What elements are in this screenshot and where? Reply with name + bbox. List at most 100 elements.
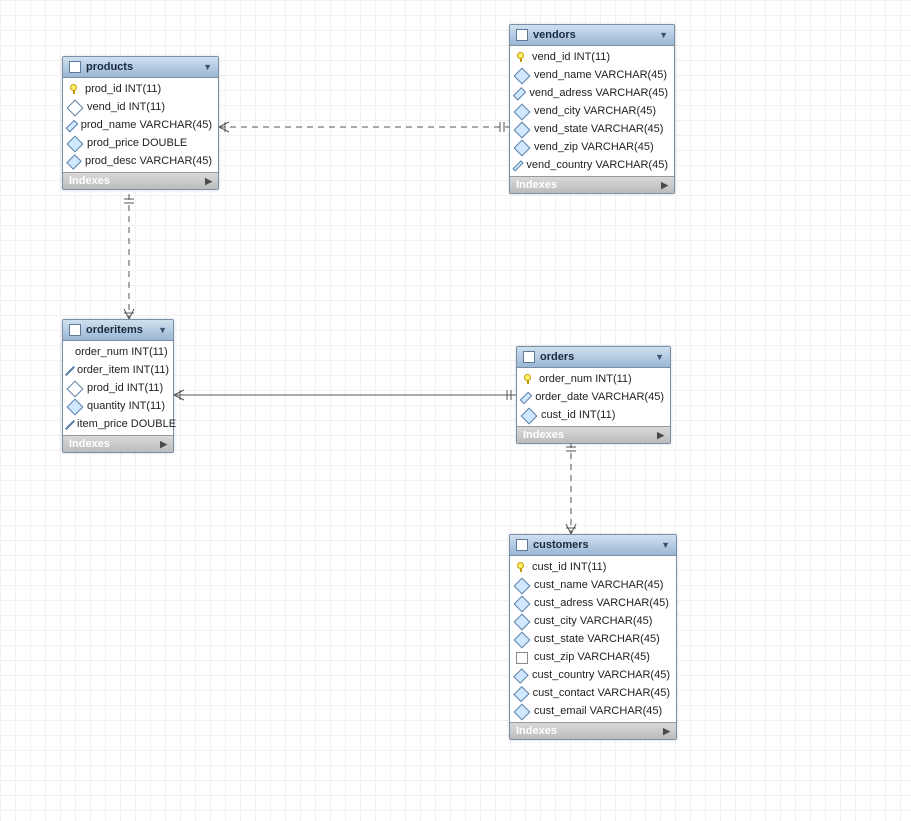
column-name: cust_id INT(11) <box>541 409 615 421</box>
column-icon <box>514 121 531 138</box>
table-title: customers <box>533 539 661 551</box>
columns-list: vend_id INT(11)vend_name VARCHAR(45)vend… <box>510 46 674 176</box>
column-row[interactable]: cust_email VARCHAR(45) <box>510 702 676 720</box>
column-row[interactable]: vend_name VARCHAR(45) <box>510 66 674 84</box>
column-row[interactable]: cust_state VARCHAR(45) <box>510 630 676 648</box>
foreign-key-icon <box>67 380 84 397</box>
column-name: quantity INT(11) <box>87 400 165 412</box>
column-name: cust_contact VARCHAR(45) <box>533 687 670 699</box>
table-header[interactable]: vendors ▼ <box>510 25 674 46</box>
column-icon <box>65 366 75 376</box>
column-row[interactable]: cust_name VARCHAR(45) <box>510 576 676 594</box>
chevron-right-icon: ▶ <box>663 726 670 737</box>
column-name: prod_desc VARCHAR(45) <box>85 155 212 167</box>
column-row[interactable]: prod_id INT(11) <box>63 80 218 98</box>
column-row[interactable]: cust_country VARCHAR(45) <box>510 666 676 684</box>
column-row[interactable]: vend_id INT(11) <box>63 98 218 116</box>
column-icon <box>66 119 79 132</box>
columns-list: cust_id INT(11) cust_name VARCHAR(45) cust… <box>510 556 676 722</box>
column-row[interactable]: cust_contact VARCHAR(45) <box>510 684 676 702</box>
primary-key-icon <box>516 52 526 62</box>
column-icon <box>520 391 533 404</box>
indexes-bar[interactable]: Indexes ▶ <box>510 722 676 739</box>
column-row[interactable]: prod_desc VARCHAR(45) <box>63 152 218 170</box>
column-row[interactable]: prod_price DOUBLE <box>63 134 218 152</box>
collapse-icon[interactable]: ▼ <box>661 540 670 550</box>
indexes-label: Indexes <box>516 179 557 191</box>
table-orderitems[interactable]: orderitems ▼ order_num INT(11) order_item… <box>62 319 174 453</box>
column-row[interactable]: vend_state VARCHAR(45) <box>510 120 674 138</box>
table-title: vendors <box>533 29 659 41</box>
column-icon <box>514 103 531 120</box>
table-header[interactable]: customers ▼ <box>510 535 676 556</box>
table-header[interactable]: products ▼ <box>63 57 218 78</box>
column-name: cust_name VARCHAR(45) <box>534 579 663 591</box>
column-row[interactable]: cust_adress VARCHAR(45) <box>510 594 676 612</box>
column-name: cust_id INT(11) <box>532 561 606 573</box>
column-icon <box>516 652 528 664</box>
column-row[interactable]: item_price DOUBLE <box>63 415 173 433</box>
column-name: prod_id INT(11) <box>85 83 161 95</box>
column-row[interactable]: vend_country VARCHAR(45) <box>510 156 674 174</box>
table-customers[interactable]: customers ▼ cust_id INT(11) cust_name VAR… <box>509 534 677 740</box>
table-header[interactable]: orders ▼ <box>517 347 670 368</box>
column-name: cust_city VARCHAR(45) <box>534 615 652 627</box>
column-row[interactable]: prod_id INT(11) <box>63 379 173 397</box>
column-icon <box>512 160 524 172</box>
collapse-icon[interactable]: ▼ <box>203 62 212 72</box>
column-name: cust_country VARCHAR(45) <box>532 669 670 681</box>
column-icon <box>67 135 84 152</box>
column-row[interactable]: cust_id INT(11) <box>510 558 676 576</box>
column-name: order_date VARCHAR(45) <box>535 391 664 403</box>
collapse-icon[interactable]: ▼ <box>655 352 664 362</box>
collapse-icon[interactable]: ▼ <box>158 325 167 335</box>
column-icon <box>514 703 531 720</box>
column-row[interactable]: vend_city VARCHAR(45) <box>510 102 674 120</box>
erd-canvas[interactable]: products ▼ prod_id INT(11) vend_id INT(11… <box>0 0 911 821</box>
column-icon <box>66 154 82 170</box>
foreign-key-icon <box>67 99 84 116</box>
column-row[interactable]: order_num INT(11) <box>63 343 173 361</box>
column-row[interactable]: cust_zip VARCHAR(45) <box>510 648 676 666</box>
table-orders[interactable]: orders ▼ order_num INT(11) order_date VAR… <box>516 346 671 444</box>
column-row[interactable]: vend_id INT(11) <box>510 48 674 66</box>
indexes-bar[interactable]: Indexes ▶ <box>510 176 674 193</box>
table-icon <box>523 351 535 363</box>
column-name: order_num INT(11) <box>75 346 168 358</box>
table-title: orderitems <box>86 324 158 336</box>
column-name: cust_adress VARCHAR(45) <box>534 597 669 609</box>
table-vendors[interactable]: vendors ▼ vend_id INT(11)vend_name VARCH… <box>509 24 675 194</box>
primary-key-icon <box>69 84 79 94</box>
table-icon <box>69 324 81 336</box>
column-row[interactable]: prod_name VARCHAR(45) <box>63 116 218 134</box>
column-row[interactable]: quantity INT(11) <box>63 397 173 415</box>
indexes-bar[interactable]: Indexes ▶ <box>63 172 218 189</box>
column-name: order_item INT(11) <box>77 364 169 376</box>
column-name: prod_id INT(11) <box>87 382 163 394</box>
column-row[interactable]: order_num INT(11) <box>517 370 670 388</box>
table-header[interactable]: orderitems ▼ <box>63 320 173 341</box>
chevron-right-icon: ▶ <box>160 439 167 450</box>
column-row[interactable]: cust_city VARCHAR(45) <box>510 612 676 630</box>
column-row[interactable]: order_item INT(11) <box>63 361 173 379</box>
column-name: prod_name VARCHAR(45) <box>81 119 212 131</box>
column-name: item_price DOUBLE <box>77 418 176 430</box>
indexes-bar[interactable]: Indexes ▶ <box>63 435 173 452</box>
primary-key-icon <box>523 374 533 384</box>
column-row[interactable]: cust_id INT(11) <box>517 406 670 424</box>
columns-list: order_num INT(11) order_date VARCHAR(45) c… <box>517 368 670 426</box>
column-row[interactable]: vend_adress VARCHAR(45) <box>510 84 674 102</box>
column-icon <box>67 398 84 415</box>
column-icon <box>514 139 531 156</box>
collapse-icon[interactable]: ▼ <box>659 30 668 40</box>
column-name: vend_zip VARCHAR(45) <box>534 141 654 153</box>
table-products[interactable]: products ▼ prod_id INT(11) vend_id INT(11… <box>62 56 219 190</box>
column-row[interactable]: order_date VARCHAR(45) <box>517 388 670 406</box>
indexes-bar[interactable]: Indexes ▶ <box>517 426 670 443</box>
column-icon <box>514 577 531 594</box>
table-title: orders <box>540 351 655 363</box>
column-icon <box>513 87 527 101</box>
column-icon <box>513 668 529 684</box>
column-row[interactable]: vend_zip VARCHAR(45) <box>510 138 674 156</box>
columns-list: prod_id INT(11) vend_id INT(11) prod_name … <box>63 78 218 172</box>
